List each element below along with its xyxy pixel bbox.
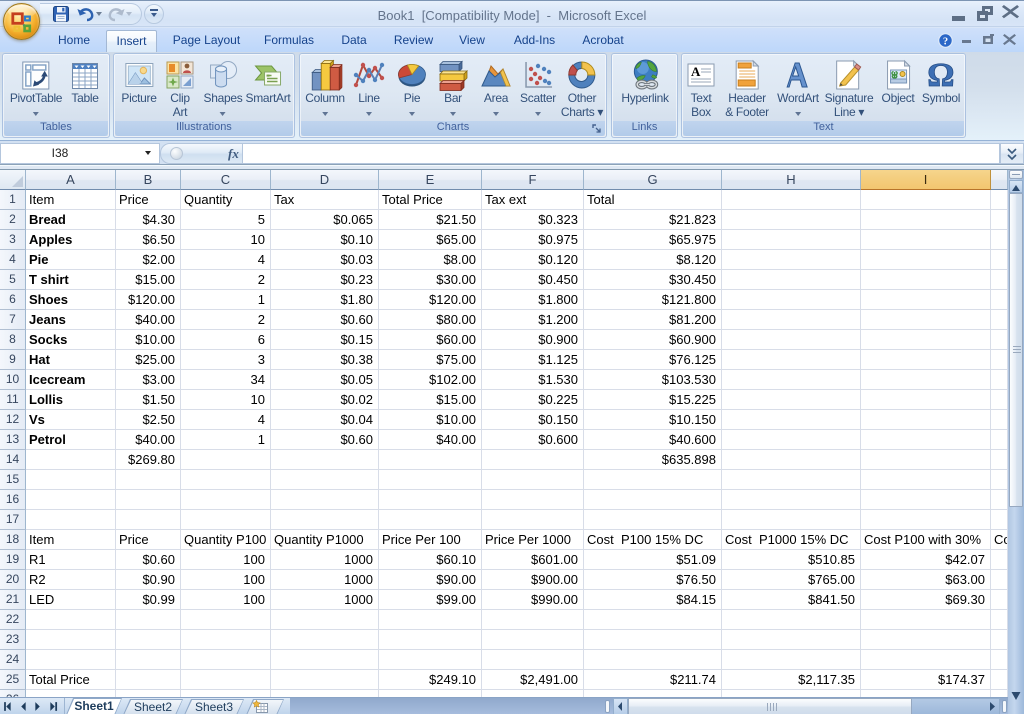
svg-text:?: ?	[943, 36, 948, 47]
svg-text:Ω: Ω	[927, 59, 954, 91]
svg-text:A: A	[691, 64, 701, 79]
